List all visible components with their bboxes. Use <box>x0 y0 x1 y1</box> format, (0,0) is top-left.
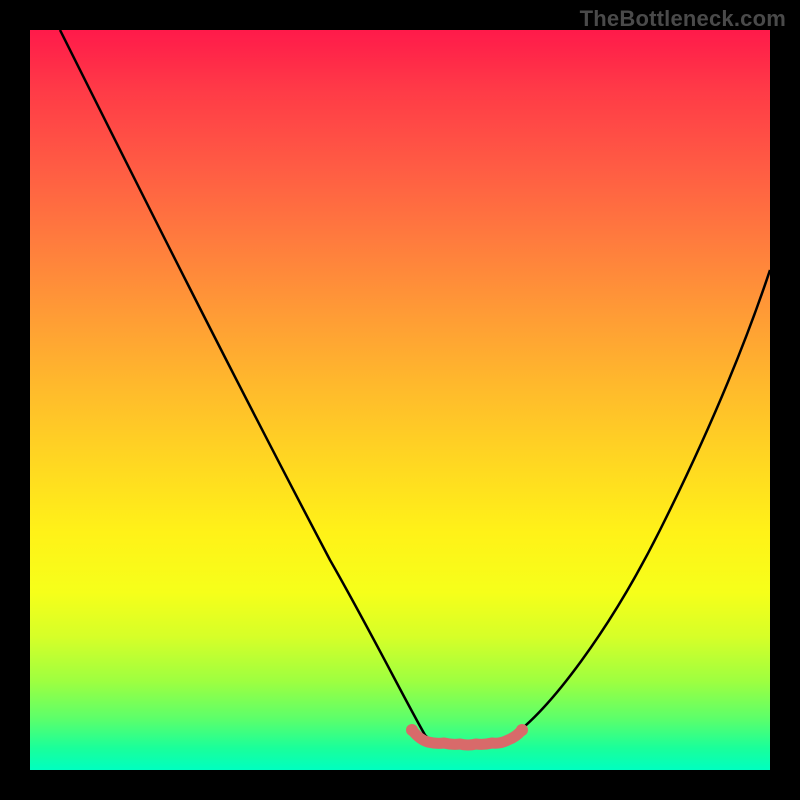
highlight-end-right <box>516 724 528 736</box>
right-branch-line <box>510 270 770 738</box>
chart-frame: TheBottleneck.com <box>0 0 800 800</box>
plot-area <box>30 30 770 770</box>
left-branch-line <box>60 30 430 740</box>
optimal-zone-highlight <box>412 730 522 745</box>
watermark-text: TheBottleneck.com <box>580 6 786 32</box>
highlight-end-left <box>406 724 418 736</box>
curve-layer <box>30 30 770 770</box>
